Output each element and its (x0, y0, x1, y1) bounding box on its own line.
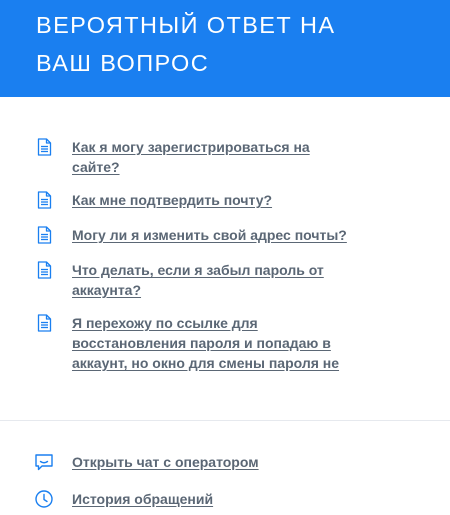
open-chat-link[interactable]: Открыть чат с оператором (72, 452, 259, 472)
document-icon (37, 191, 52, 209)
faq-link[interactable]: Я перехожу по ссылке для восстановления … (72, 313, 347, 373)
faq-link[interactable]: Как я могу зарегистрироваться на сайте? (72, 137, 347, 177)
chat-icon (35, 454, 53, 471)
document-icon (37, 314, 52, 332)
document-icon (37, 226, 52, 244)
faq-item[interactable]: Что делать, если я забыл пароль от аккау… (0, 260, 450, 300)
help-panel: ВЕРОЯТНЫЙ ОТВЕТ НА ВАШ ВОПРОС Как я могу… (0, 0, 450, 515)
faq-item[interactable]: Как мне подтвердить почту? (0, 190, 450, 212)
document-icon (37, 138, 52, 156)
open-chat-action[interactable]: Открыть чат с оператором (0, 451, 450, 473)
faq-list: Как я могу зарегистрироваться на сайте? … (0, 97, 450, 373)
faq-link[interactable]: Что делать, если я забыл пароль от аккау… (72, 260, 347, 300)
page-title: ВЕРОЯТНЫЙ ОТВЕТ НА ВАШ ВОПРОС (36, 12, 336, 76)
history-action[interactable]: История обращений (0, 488, 450, 510)
faq-item[interactable]: Я перехожу по ссылке для восстановления … (0, 313, 450, 373)
support-actions: Открыть чат с оператором История обращен… (0, 451, 450, 510)
history-link[interactable]: История обращений (72, 489, 213, 509)
faq-link[interactable]: Как мне подтвердить почту? (72, 190, 347, 210)
faq-link[interactable]: Могу ли я изменить свой адрес почты? (72, 225, 347, 245)
document-icon (37, 261, 52, 279)
faq-item[interactable]: Как я могу зарегистрироваться на сайте? (0, 137, 450, 177)
clock-icon (35, 490, 53, 508)
header: ВЕРОЯТНЫЙ ОТВЕТ НА ВАШ ВОПРОС (0, 0, 450, 97)
faq-item[interactable]: Могу ли я изменить свой адрес почты? (0, 225, 450, 247)
divider (0, 420, 450, 421)
